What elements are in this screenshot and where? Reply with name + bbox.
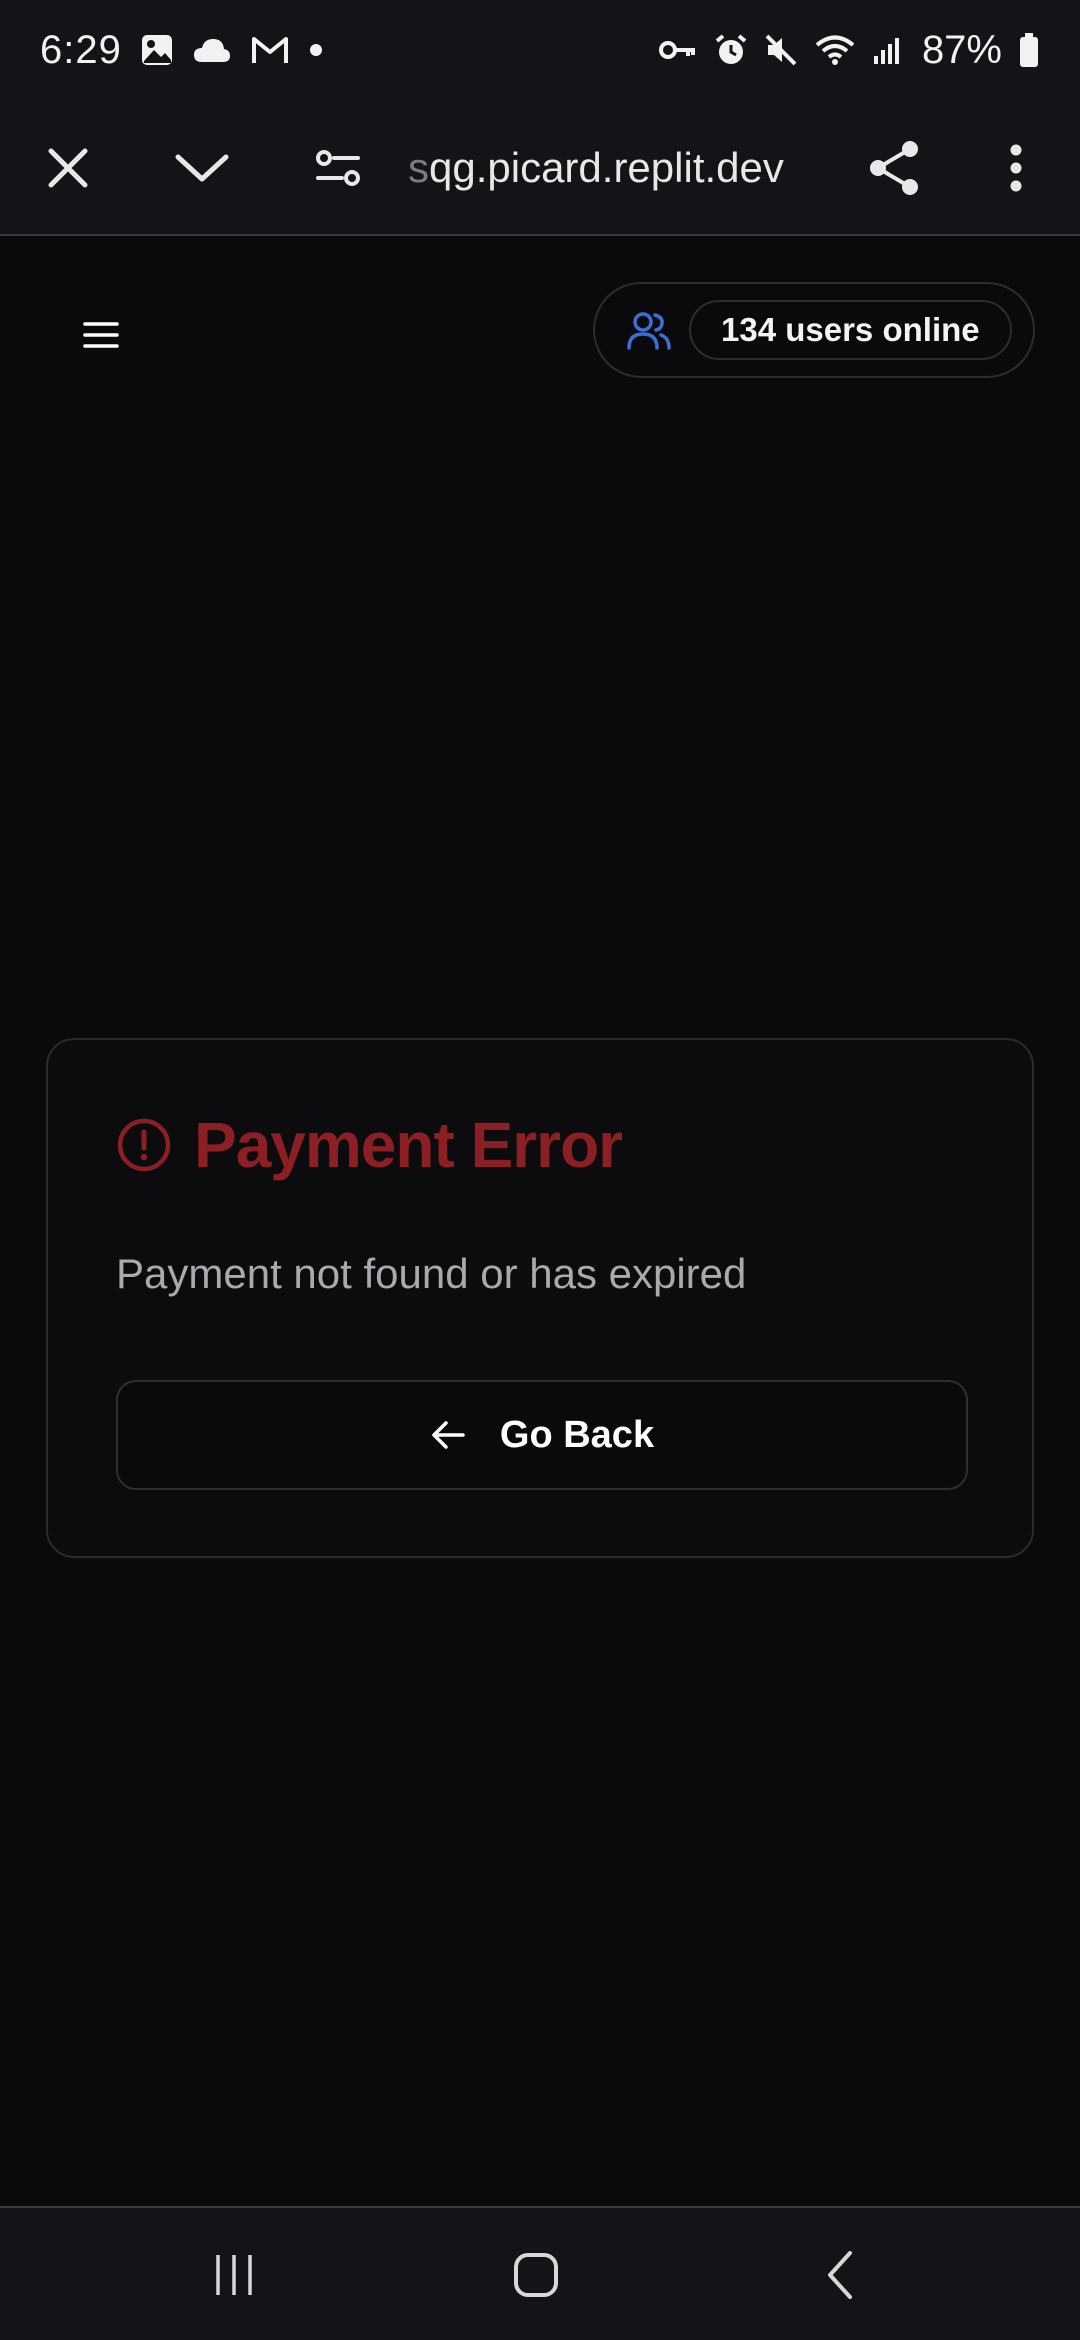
status-bar: 6:29 87% [0, 0, 1080, 100]
back-button[interactable] [760, 2208, 920, 2340]
system-nav-bar [0, 2206, 1080, 2340]
signal-icon [872, 34, 906, 66]
home-icon [514, 2253, 558, 2297]
gallery-icon [140, 33, 174, 67]
site-settings-button[interactable] [288, 100, 388, 236]
tune-icon [316, 150, 360, 186]
dot-icon [308, 42, 324, 58]
more-options-button[interactable] [966, 100, 1066, 236]
arrow-left-icon [432, 1421, 465, 1449]
error-title: Payment Error [194, 1109, 623, 1181]
menu-button[interactable] [66, 300, 136, 370]
close-tab-button[interactable] [18, 100, 118, 236]
online-count-text: 134 users online [721, 311, 980, 348]
home-button[interactable] [456, 2208, 616, 2340]
mute-icon [764, 33, 798, 67]
back-chevron-icon [828, 2251, 852, 2299]
battery-percent: 87% [921, 27, 1002, 72]
gmail-icon [250, 35, 290, 65]
online-count-badge: 134 users online [689, 300, 1012, 360]
payment-error-card: Payment Error Payment not found or has e… [46, 1038, 1034, 1558]
go-back-label: Go Back [499, 1413, 655, 1456]
battery-icon [1018, 32, 1040, 68]
vpn-key-icon [658, 38, 698, 62]
url-faded-prefix: s [408, 144, 429, 191]
share-icon [870, 141, 918, 195]
online-users-widget: 134 users online [593, 282, 1035, 378]
wifi-icon [814, 33, 856, 67]
go-back-button[interactable]: Go Back [116, 1380, 968, 1490]
hamburger-menu-icon [83, 322, 119, 348]
error-message: Payment not found or has expired [116, 1250, 747, 1297]
status-time: 6:29 [40, 27, 122, 72]
share-button[interactable] [844, 100, 944, 236]
status-left: 6:29 [40, 28, 324, 73]
web-page: 134 users online Payment Error Payment n… [0, 238, 1080, 2206]
card-title-row: Payment Error [116, 1108, 623, 1182]
minimize-tab-button[interactable] [152, 100, 252, 236]
alert-circle-icon [117, 1118, 171, 1172]
chevron-down-icon [175, 154, 229, 182]
screen: 6:29 87% sqg.picard.replit.dev 134 users… [0, 0, 1080, 2340]
users-icon [627, 312, 671, 350]
cloud-icon [192, 36, 232, 64]
recent-apps-icon [216, 2255, 252, 2295]
recent-apps-button[interactable] [154, 2208, 314, 2340]
alarm-icon [714, 33, 748, 67]
status-right: 87% [658, 28, 1040, 73]
url-text: qg.picard.replit.dev [429, 144, 784, 191]
url-bar[interactable]: sqg.picard.replit.dev [408, 138, 848, 198]
browser-toolbar: sqg.picard.replit.dev [0, 100, 1080, 236]
more-vert-icon [1010, 144, 1022, 192]
close-icon [48, 148, 88, 188]
